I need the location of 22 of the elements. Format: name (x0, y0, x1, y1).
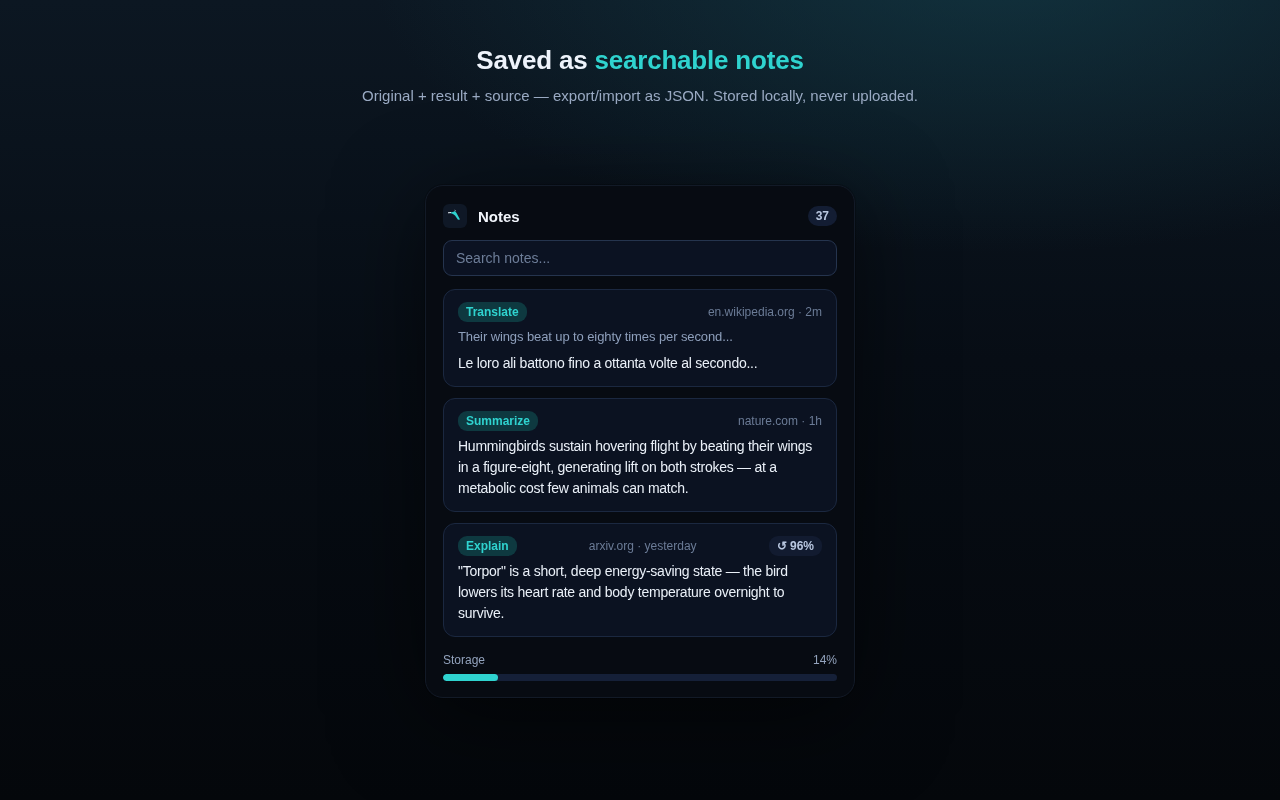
page-title: Saved as searchable notes (476, 44, 804, 76)
action-tag: Summarize (458, 411, 539, 431)
note-source: arxiv.org · yesterday (588, 539, 697, 553)
score-chip: ↺ 96% (768, 536, 822, 556)
hummingbird-icon (443, 204, 467, 228)
action-tag: Explain (458, 536, 517, 556)
note-card[interactable]: Explain arxiv.org · yesterday ↺ 96% "Torpor" is a short, deep energy-saving state — the bird lowers its heart rate and body temperature overnight to survive. (443, 523, 837, 637)
result-text: Le loro ali battono fino a ottanta volte al secondo... (458, 354, 759, 373)
count-badge: 37 (807, 206, 837, 226)
action-tag: Translate (458, 302, 527, 322)
storage-label: Storage (443, 653, 486, 667)
result-text: Hummingbirds sustain hovering flight by beating their wings in a figure-eight, generating lift on both strokes — at a metabolic cost few animals can match. (458, 437, 814, 498)
note-source: en.wikipedia.org · 2m (707, 305, 822, 319)
note-card[interactable]: Translate en.wikipedia.org · 2m Their wings beat up to eighty times per second... Le loro ali battono fino a ottanta volte al secondo... (443, 289, 837, 387)
search-field[interactable]: Search notes... (443, 240, 837, 276)
note-card[interactable]: Summarize nature.com · 1h Hummingbirds sustain hovering flight by beating their wings in a figure-eight, generating lift on both strokes — at a metabolic cost few animals can match. (443, 398, 837, 512)
note-source: nature.com · 1h (737, 414, 822, 428)
panel-title: Notes (478, 207, 521, 225)
storage-value: 14% (812, 653, 837, 667)
original-text: Their wings beat up to eighty times per second... (458, 328, 734, 346)
result-text: "Torpor" is a short, deep energy-saving state — the bird lowers its heart rate and body temperature overnight to survive. (458, 562, 789, 623)
page-subtitle: Original + result + source — export/import as JSON. Stored locally, never uploaded. (362, 86, 918, 106)
